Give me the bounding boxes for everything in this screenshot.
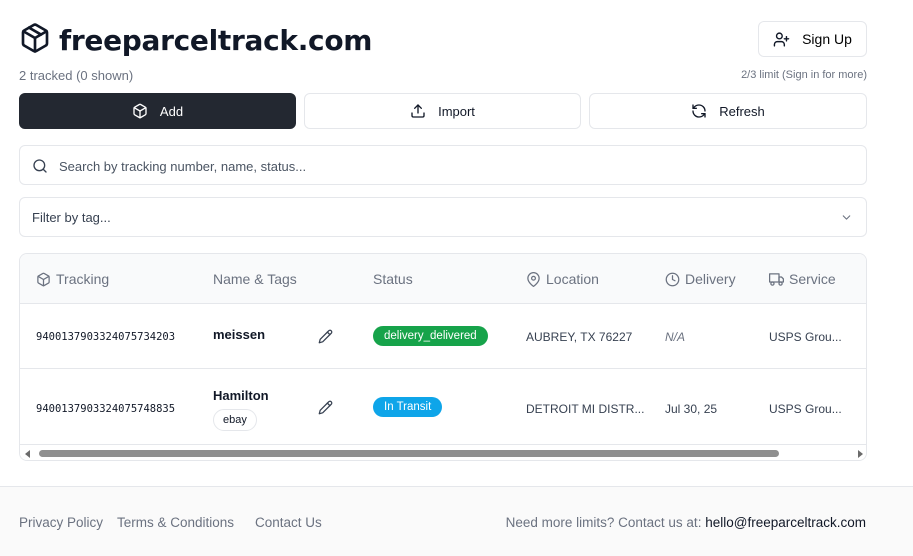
add-label: Add	[159, 103, 184, 119]
refresh-label: Refresh	[719, 103, 765, 119]
refresh-icon	[692, 104, 706, 118]
more-limits-text: Need more limits? Contact us at:	[505, 515, 702, 530]
contact-email-link[interactable]: hello@freeparceltrack.com	[705, 515, 866, 530]
terms-link[interactable]: Terms & Conditions	[117, 515, 234, 530]
status-badge: In Transit	[373, 397, 443, 417]
package-icon	[37, 272, 50, 286]
app-title: freeparceltrack.com	[59, 24, 373, 57]
parcel-name: meissen	[213, 327, 266, 342]
pencil-icon[interactable]	[318, 329, 333, 344]
footer: Privacy Policy Terms & Conditions Contac…	[0, 486, 913, 556]
privacy-policy-link[interactable]: Privacy Policy	[19, 515, 103, 530]
delivery-date: Jul 30, 25	[665, 402, 718, 416]
tracking-number: 9400137903324075748835	[36, 403, 176, 415]
table-header: Tracking Name & Tags Status Location Del…	[20, 254, 866, 304]
logo: freeparceltrack.com	[19, 22, 372, 59]
column-header-status: Status	[373, 271, 413, 287]
tracked-summary: 2 tracked (0 shown)	[19, 68, 134, 83]
refresh-button[interactable]: Refresh	[589, 93, 867, 129]
parcel-name: Hamilton	[213, 388, 269, 403]
location-text: AUBREY, TX 76227	[526, 330, 633, 344]
status-badge: delivery_delivered	[373, 326, 488, 346]
tracking-number: 9400137903324075734203	[36, 331, 176, 343]
scrollbar-thumb[interactable]	[39, 450, 779, 457]
tag-chip[interactable]: ebay	[213, 409, 257, 431]
tag-filter-select[interactable]: Filter by tag...	[19, 197, 867, 237]
package-icon	[133, 103, 147, 119]
column-header-tracking: Tracking	[36, 271, 109, 287]
header: freeparceltrack.com Sign Up	[19, 21, 867, 62]
search-input[interactable]	[59, 154, 849, 178]
clock-icon	[665, 272, 680, 286]
search-icon	[33, 159, 47, 173]
service-text: USPS Grou...	[769, 330, 842, 344]
column-header-delivery: Delivery	[665, 271, 736, 287]
package-icon	[19, 22, 51, 59]
sign-up-label: Sign Up	[802, 31, 852, 47]
scroll-right-icon[interactable]	[858, 450, 863, 458]
truck-icon	[769, 272, 784, 286]
delivery-date: N/A	[665, 330, 686, 344]
column-header-location: Location	[526, 271, 599, 287]
upload-icon	[411, 104, 425, 118]
scroll-left-icon[interactable]	[25, 450, 30, 458]
limit-note: 2/3 limit (Sign in for more)	[741, 69, 867, 81]
tag-filter-placeholder: Filter by tag...	[32, 210, 111, 225]
table-row[interactable]: 9400137903324075734203 meissen delivery_…	[20, 304, 866, 369]
horizontal-scrollbar[interactable]	[20, 445, 866, 460]
map-pin-icon	[527, 271, 540, 287]
user-plus-icon	[773, 31, 790, 47]
import-button[interactable]: Import	[304, 93, 581, 129]
chevron-down-icon	[842, 215, 851, 220]
sign-up-button[interactable]: Sign Up	[758, 21, 867, 57]
service-text: USPS Grou...	[769, 402, 842, 416]
pencil-icon[interactable]	[318, 400, 333, 415]
add-button[interactable]: Add	[19, 93, 296, 129]
column-header-name-tags: Name & Tags	[213, 271, 297, 287]
table-row[interactable]: 9400137903324075748835 Hamilton ebay In …	[20, 369, 866, 445]
action-bar: Add Import Refresh	[19, 93, 867, 129]
import-label: Import	[438, 103, 475, 119]
location-text: DETROIT MI DISTR...	[526, 402, 645, 416]
tracking-table: Tracking Name & Tags Status Location Del…	[19, 253, 867, 461]
column-header-service: Service	[769, 271, 836, 287]
contact-note: Need more limits? Contact us at: hello@f…	[506, 515, 866, 530]
contact-us-link[interactable]: Contact Us	[255, 515, 322, 530]
search-box	[19, 145, 867, 185]
